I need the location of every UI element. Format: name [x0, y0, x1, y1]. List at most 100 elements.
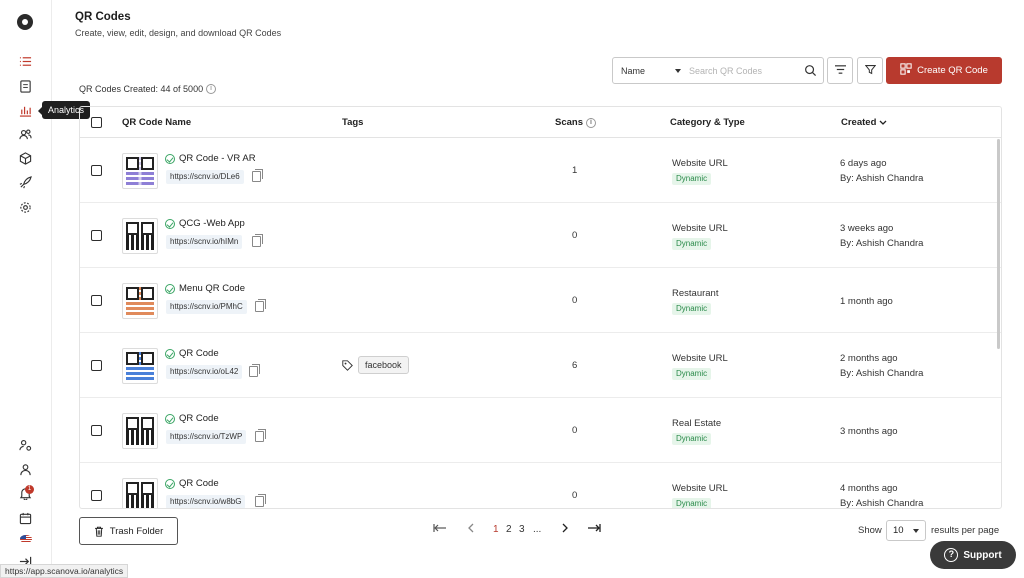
calendar-icon[interactable] — [16, 509, 34, 527]
first-page-icon[interactable] — [433, 523, 447, 536]
row-checkbox[interactable] — [91, 490, 102, 501]
copy-icon[interactable] — [249, 364, 260, 377]
copy-icon[interactable] — [255, 299, 266, 312]
table-scrollbar[interactable] — [997, 139, 1000, 349]
row-checkbox[interactable] — [91, 165, 102, 176]
scan-count: 0 — [572, 295, 578, 306]
row-checkbox[interactable] — [91, 295, 102, 306]
scan-count: 0 — [572, 425, 578, 436]
support-button[interactable]: ? Support — [930, 541, 1016, 569]
col-header-name[interactable]: QR Code Name — [122, 117, 191, 128]
qr-codes-table: QR Code Name Tags Scans i Category & Typ… — [79, 106, 1002, 509]
category: Real Estate — [672, 418, 722, 429]
short-url[interactable]: https://scnv.io/oL42 — [166, 365, 243, 379]
scan-count: 6 — [572, 360, 578, 371]
col-header-created[interactable]: Created — [841, 117, 887, 128]
search-field-select[interactable]: Name — [613, 58, 689, 83]
search-icon[interactable] — [804, 64, 817, 80]
short-url[interactable]: https://scnv.io/w8bG — [166, 495, 246, 508]
short-url[interactable]: https://scnv.io/PMhC — [166, 300, 247, 314]
created-date: 3 weeks ago — [840, 223, 894, 234]
settings-gear-icon[interactable] — [16, 198, 34, 216]
users-icon[interactable] — [16, 125, 34, 143]
sort-button[interactable] — [827, 57, 853, 84]
trash-folder-button[interactable]: Trash Folder — [79, 517, 178, 545]
list-icon[interactable] — [16, 52, 34, 70]
table-row[interactable]: QR Code https://scnv.io/w8bG 0 Website U… — [80, 463, 1001, 508]
qr-name[interactable]: QR Code — [179, 413, 219, 424]
active-check-icon — [165, 284, 175, 294]
tag-chip[interactable]: facebook — [358, 356, 409, 374]
qr-thumbnail[interactable] — [122, 348, 158, 384]
table-row[interactable]: QR Code - VR AR https://scnv.io/DLe6 1 W… — [80, 138, 1001, 203]
qr-created-counter: QR Codes Created: 44 of 5000 i — [79, 84, 217, 94]
us-flag-icon[interactable] — [20, 535, 32, 543]
table-row[interactable]: QR Code https://scnv.io/TzWP 0 Real Esta… — [80, 398, 1001, 463]
short-url[interactable]: https://scnv.io/TzWP — [166, 430, 247, 444]
active-check-icon — [165, 479, 175, 489]
rocket-icon[interactable] — [16, 173, 34, 191]
page-3[interactable]: 3 — [519, 524, 525, 535]
info-icon[interactable]: i — [206, 84, 217, 94]
filter-button[interactable] — [857, 57, 883, 84]
short-url[interactable]: https://scnv.io/hIMn — [166, 235, 243, 249]
per-page-value: 10 — [893, 525, 904, 536]
support-label: Support — [963, 549, 1002, 561]
scans-info-icon[interactable]: i — [586, 117, 596, 128]
cube-icon[interactable] — [16, 149, 34, 167]
trash-icon — [94, 526, 103, 537]
row-checkbox[interactable] — [91, 425, 102, 436]
table-row[interactable]: QCG -Web App https://scnv.io/hIMn 0 Webs… — [80, 203, 1001, 268]
qr-name[interactable]: Menu QR Code — [179, 283, 245, 294]
show-label: Show — [858, 525, 882, 536]
document-icon[interactable] — [16, 77, 34, 95]
results-per-page-select[interactable]: 10 — [886, 520, 926, 541]
create-label: Create QR Code — [917, 65, 988, 76]
caret-down-icon — [913, 528, 919, 533]
category: Website URL — [672, 353, 728, 364]
col-header-tags: Tags — [342, 117, 364, 128]
row-checkbox[interactable] — [91, 230, 102, 241]
category: Website URL — [672, 483, 728, 494]
qr-thumbnail[interactable] — [122, 283, 158, 319]
copy-icon[interactable] — [255, 429, 266, 442]
select-all-checkbox[interactable] — [91, 117, 102, 128]
counter-text: QR Codes Created: 44 of 5000 — [79, 84, 204, 94]
qr-name[interactable]: QCG -Web App — [179, 218, 245, 229]
notification-badge: 1 — [25, 485, 34, 494]
sort-lines-icon — [834, 64, 847, 78]
create-qr-code-button[interactable]: Create QR Code — [886, 57, 1002, 84]
copy-icon[interactable] — [252, 169, 263, 182]
tag-cell: facebook — [342, 356, 409, 374]
qr-thumbnail[interactable] — [122, 478, 158, 508]
type-badge: Dynamic — [672, 433, 712, 445]
qr-thumbnail[interactable] — [122, 153, 158, 189]
copy-icon[interactable] — [255, 494, 266, 507]
qr-name[interactable]: QR Code - VR AR — [179, 153, 256, 164]
created-by: By: Ashish Chandra — [840, 173, 924, 184]
copy-icon[interactable] — [252, 234, 263, 247]
created-date: 6 days ago — [840, 158, 887, 169]
prev-page-icon[interactable] — [467, 523, 475, 536]
qr-thumbnail[interactable] — [122, 413, 158, 449]
page-2[interactable]: 2 — [506, 524, 512, 535]
analytics-icon[interactable] — [16, 101, 34, 119]
table-row[interactable]: QR Code https://scnv.io/oL42 facebook 6 … — [80, 333, 1001, 398]
search-input[interactable] — [689, 65, 799, 76]
last-page-icon[interactable] — [587, 523, 601, 536]
next-page-icon[interactable] — [561, 523, 569, 536]
user-settings-icon[interactable] — [16, 436, 34, 454]
row-checkbox[interactable] — [91, 360, 102, 371]
page-1[interactable]: 1 — [493, 524, 499, 535]
chevron-down-icon — [879, 120, 887, 125]
qr-thumbnail[interactable] — [122, 218, 158, 254]
profile-icon[interactable] — [16, 460, 34, 478]
table-row[interactable]: Menu QR Code https://scnv.io/PMhC 0 Rest… — [80, 268, 1001, 333]
created-date: 1 month ago — [840, 296, 893, 307]
app-logo[interactable] — [17, 14, 33, 30]
scan-count: 0 — [572, 490, 578, 501]
qr-name[interactable]: QR Code — [179, 478, 219, 489]
short-url[interactable]: https://scnv.io/DLe6 — [166, 170, 244, 184]
type-badge: Dynamic — [672, 173, 712, 185]
qr-name[interactable]: QR Code — [179, 348, 219, 359]
